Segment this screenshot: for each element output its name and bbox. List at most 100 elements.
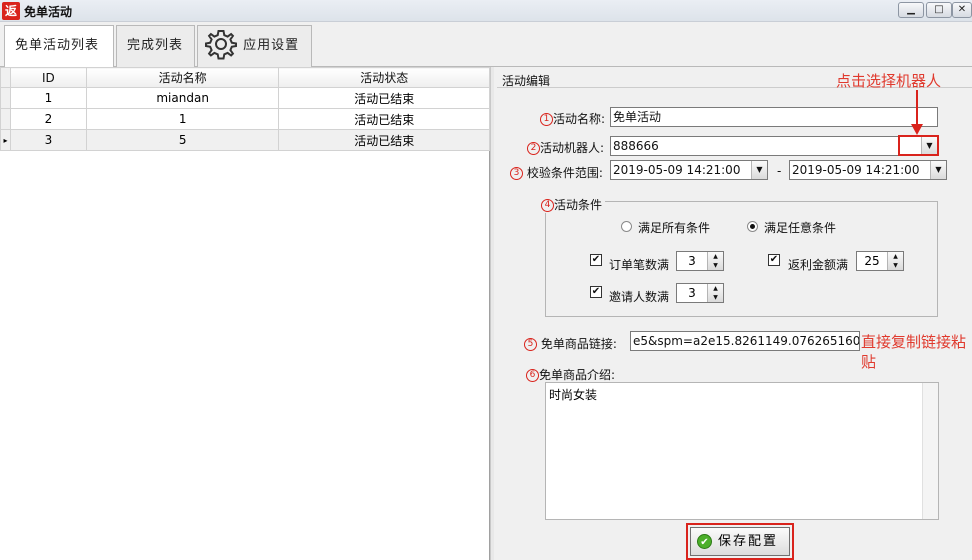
check-range-label-text: 校验条件范围: (526, 166, 603, 180)
app-logo-icon: 返 (2, 2, 20, 20)
cell-status: 活动已结束 (278, 129, 490, 151)
cell-status: 活动已结束 (278, 87, 490, 109)
activity-name-label: 1 活动名称: (540, 110, 605, 127)
check-range-label: 3 校验条件范围: (510, 164, 603, 181)
orders-stepper[interactable]: 3 ▲ ▼ (676, 251, 724, 271)
orders-checkbox[interactable]: ✔ (590, 254, 602, 266)
link-annotation-note-line1: 直接复制链接粘 (861, 333, 967, 351)
cell-id: 3 (9, 129, 87, 151)
invite-label: 邀请人数满 (609, 290, 670, 304)
spin-down-icon[interactable]: ▼ (713, 294, 718, 301)
column-header-status[interactable]: 活动状态 (278, 67, 490, 88)
step-number-1: 1 (540, 113, 553, 126)
conditions-title: 4 活动条件 (541, 196, 606, 213)
step-number-3: 3 (510, 167, 523, 180)
range-start-datepicker[interactable]: 2019-05-09 14:21:00 ▼ (610, 160, 768, 180)
stepper-arrows-icon[interactable]: ▲ ▼ (887, 252, 903, 270)
tab-label: 应用设置 (243, 38, 300, 53)
tab-free-activity-list[interactable]: 免单活动列表 (4, 25, 114, 68)
product-desc-textarea[interactable]: 时尚女装 (545, 382, 939, 520)
rebate-label: 返利金额满 (788, 258, 849, 272)
column-header-name[interactable]: 活动名称 (85, 67, 280, 88)
activity-list-panel: ID 活动名称 活动状态 1 miandan 活动已结束 2 1 活动已结束 ▸… (0, 67, 490, 560)
stepper-arrows-icon[interactable]: ▲ ▼ (707, 284, 723, 302)
rebate-checkbox[interactable]: ✔ (768, 254, 780, 266)
step-number-6: 6 (526, 369, 539, 382)
radio-any-condition[interactable] (747, 221, 758, 232)
range-start-value: 2019-05-09 14:21:00 (613, 163, 741, 177)
step-number-2: 2 (527, 142, 540, 155)
minimize-button[interactable]: ▁ (898, 2, 924, 18)
product-desc-label: 6 免单商品介绍: (526, 366, 615, 383)
step-number-5: 5 (524, 338, 537, 351)
tab-label: 完成列表 (127, 38, 184, 53)
check-icon: ✔ (697, 534, 712, 549)
robot-dropdown-highlight (898, 135, 939, 156)
activity-name-input[interactable]: 免单活动 (610, 107, 938, 127)
annotation-arrow-icon (911, 90, 923, 135)
save-config-button[interactable]: ✔ 保存配置 (690, 527, 790, 556)
table-row[interactable]: ▸ 3 5 活动已结束 (0, 129, 490, 151)
title-bar: 返 免单活动 ▁ □ ✕ (0, 0, 972, 22)
tab-completed-list[interactable]: 完成列表 (116, 25, 195, 67)
spin-up-icon[interactable]: ▲ (893, 253, 898, 260)
rebate-stepper[interactable]: 25 ▲ ▼ (856, 251, 904, 271)
radio-all-conditions[interactable] (621, 221, 632, 232)
cell-id: 1 (9, 87, 87, 109)
row-pointer-icon[interactable]: ▸ (0, 129, 11, 151)
cell-name: miandan (85, 87, 280, 109)
activity-table: ID 活动名称 活动状态 1 miandan 活动已结束 2 1 活动已结束 ▸… (0, 67, 490, 151)
radio-any-label[interactable]: 满足任意条件 (764, 219, 836, 236)
close-button[interactable]: ✕ (952, 2, 972, 18)
tab-app-settings[interactable]: 应用设置 (197, 25, 312, 67)
table-row[interactable]: 1 miandan 活动已结束 (0, 87, 490, 109)
range-end-datepicker[interactable]: 2019-05-09 14:21:00 ▼ (789, 160, 947, 180)
row-header-corner (0, 67, 11, 88)
orders-value: 3 (688, 254, 696, 268)
conditions-title-text: 活动条件 (554, 198, 603, 212)
panel-splitter[interactable] (490, 67, 494, 560)
product-desc-value: 时尚女装 (549, 388, 598, 402)
invite-checkbox[interactable]: ✔ (590, 286, 602, 298)
table-header-row: ID 活动名称 活动状态 (0, 67, 490, 88)
product-link-label: 5 免单商品链接: (524, 335, 617, 352)
table-row[interactable]: 2 1 活动已结束 (0, 108, 490, 130)
spin-down-icon[interactable]: ▼ (893, 262, 898, 269)
tab-bar: 免单活动列表 完成列表 应用设置 (0, 22, 972, 68)
activity-name-label-text: 活动名称: (553, 112, 606, 126)
range-end-value: 2019-05-09 14:21:00 (792, 163, 920, 177)
spin-up-icon[interactable]: ▲ (713, 253, 718, 260)
cell-id: 2 (9, 108, 87, 130)
tab-label: 免单活动列表 (15, 38, 100, 53)
window-title: 免单活动 (24, 5, 73, 19)
product-desc-label-text: 免单商品介绍: (539, 368, 616, 382)
stepper-arrows-icon[interactable]: ▲ ▼ (707, 252, 723, 270)
activity-robot-label: 2 活动机器人: (527, 139, 604, 156)
chevron-down-icon[interactable]: ▼ (751, 161, 767, 179)
range-separator: - (777, 164, 782, 178)
robot-annotation-note: 点击选择机器人 (836, 72, 942, 90)
row-header[interactable] (0, 87, 11, 109)
textarea-scrollbar[interactable] (922, 383, 938, 519)
chevron-down-icon[interactable]: ▼ (930, 161, 946, 179)
product-link-label-text: 免单商品链接: (540, 337, 617, 351)
cell-name: 5 (85, 129, 280, 151)
cell-status: 活动已结束 (278, 108, 490, 130)
product-link-input[interactable]: e5&spm=a2e15.8261149.07626516002.1 (630, 331, 860, 351)
save-button-label: 保存配置 (717, 534, 778, 549)
maximize-button[interactable]: □ (926, 2, 952, 18)
rebate-value: 25 (864, 254, 880, 268)
invite-stepper[interactable]: 3 ▲ ▼ (676, 283, 724, 303)
gear-icon (205, 30, 237, 60)
spin-down-icon[interactable]: ▼ (713, 262, 718, 269)
column-header-id[interactable]: ID (9, 67, 87, 88)
robot-selected-value: 888666 (613, 139, 659, 153)
step-number-4: 4 (541, 199, 554, 212)
orders-label: 订单笔数满 (609, 258, 670, 272)
link-annotation-note-line2: 贴 (861, 353, 877, 371)
cell-name: 1 (85, 108, 280, 130)
radio-all-label[interactable]: 满足所有条件 (638, 219, 710, 236)
activity-robot-select[interactable]: 888666 ▼ (610, 136, 938, 156)
row-header[interactable] (0, 108, 11, 130)
spin-up-icon[interactable]: ▲ (713, 285, 718, 292)
